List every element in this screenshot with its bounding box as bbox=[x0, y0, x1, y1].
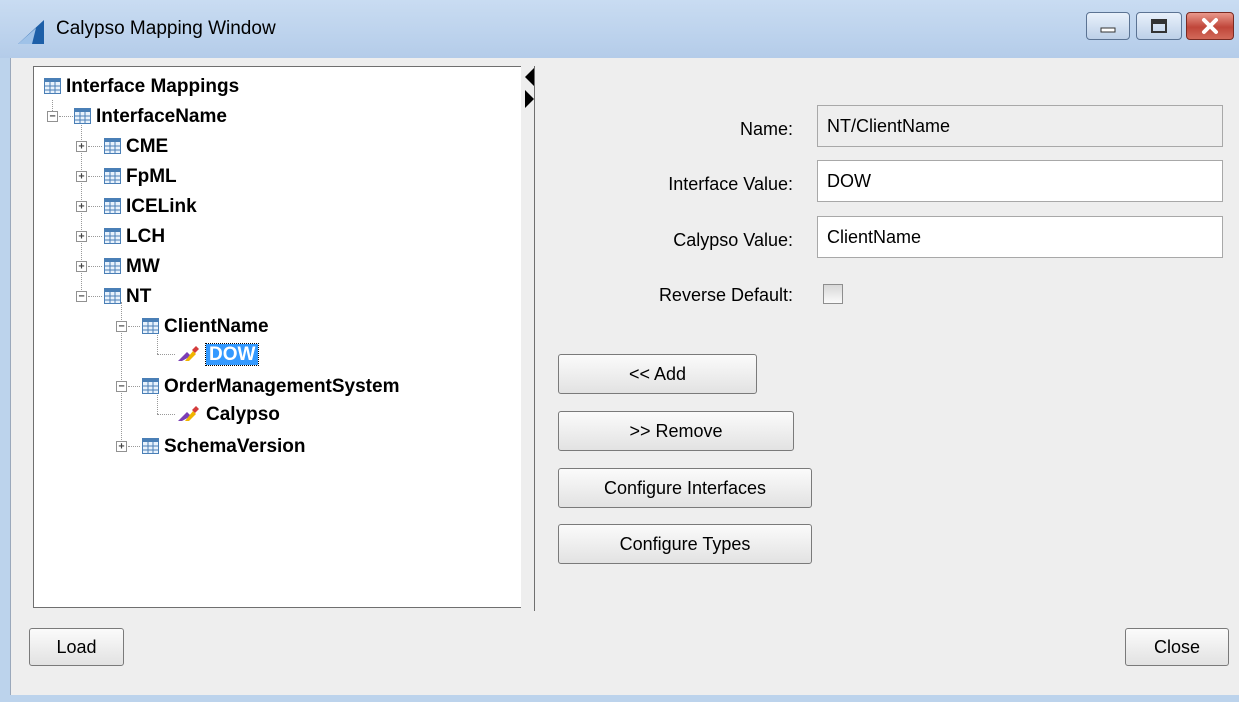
table-icon bbox=[142, 438, 159, 454]
name-field: NT/ClientName bbox=[817, 105, 1223, 147]
table-icon bbox=[74, 108, 91, 124]
tree-node-label: MW bbox=[126, 256, 160, 277]
tree-node-label: InterfaceName bbox=[96, 106, 227, 127]
name-label: Name: bbox=[739, 119, 793, 139]
tree-root[interactable]: Interface Mappings bbox=[44, 76, 239, 98]
minimize-button[interactable] bbox=[1086, 12, 1130, 40]
tree-node-label: ICELink bbox=[126, 196, 197, 217]
tree-connector bbox=[88, 206, 102, 207]
interface-value-input[interactable]: DOW bbox=[817, 160, 1223, 202]
remove-button[interactable]: >> Remove bbox=[558, 411, 794, 451]
expand-toggle[interactable]: + bbox=[116, 441, 127, 452]
split-pane-divider[interactable] bbox=[521, 66, 535, 611]
table-icon bbox=[104, 168, 121, 184]
tree-node-nt[interactable]: NT bbox=[104, 286, 151, 308]
table-icon bbox=[104, 228, 121, 244]
tree-connector bbox=[128, 386, 140, 387]
table-icon bbox=[104, 258, 121, 274]
add-button[interactable]: << Add bbox=[558, 354, 757, 394]
tree-connector bbox=[128, 326, 140, 327]
expand-toggle[interactable]: + bbox=[76, 171, 87, 182]
tree-connector bbox=[88, 146, 102, 147]
tree-connector bbox=[59, 116, 73, 117]
tree-connector bbox=[128, 446, 140, 447]
app-logo-icon bbox=[18, 20, 44, 44]
mapping-window: Calypso Mapping Window Interface Mapping… bbox=[0, 0, 1239, 702]
configure-interfaces-button[interactable]: Configure Interfaces bbox=[558, 468, 812, 508]
tree-connector bbox=[88, 236, 102, 237]
expand-toggle[interactable]: + bbox=[76, 261, 87, 272]
expand-toggle[interactable]: + bbox=[76, 231, 87, 242]
tree-node-label: CME bbox=[126, 136, 169, 157]
collapse-right-arrow-icon[interactable] bbox=[525, 90, 534, 108]
tree-node-ordermanagementsystem[interactable]: OrderManagementSystem bbox=[142, 376, 399, 398]
collapse-toggle[interactable]: − bbox=[76, 291, 87, 302]
title-bar[interactable]: Calypso Mapping Window bbox=[0, 0, 1239, 58]
window-title: Calypso Mapping Window bbox=[56, 18, 276, 39]
window-client-area: Interface Mappings − InterfaceName + CME… bbox=[10, 58, 1239, 695]
tree-node-icelink[interactable]: ICELink bbox=[104, 196, 197, 218]
close-icon bbox=[1202, 18, 1218, 34]
table-icon bbox=[104, 198, 121, 214]
tree-leaf-dow[interactable]: DOW bbox=[177, 343, 260, 366]
collapse-toggle[interactable]: − bbox=[47, 111, 58, 122]
reverse-default-label: Reverse Default: bbox=[658, 285, 793, 305]
tree-connector bbox=[88, 176, 102, 177]
reverse-default-checkbox[interactable] bbox=[823, 284, 843, 304]
table-icon bbox=[44, 78, 61, 94]
maximize-button[interactable] bbox=[1136, 12, 1182, 40]
close-window-button[interactable] bbox=[1186, 12, 1234, 40]
configure-types-button[interactable]: Configure Types bbox=[558, 524, 812, 564]
tree-node-mw[interactable]: MW bbox=[104, 256, 160, 278]
tree-node-clientname[interactable]: ClientName bbox=[142, 316, 269, 338]
tree-leaf-label: Calypso bbox=[206, 404, 280, 425]
tree-node-label: SchemaVersion bbox=[164, 436, 306, 457]
calypso-value-label: Calypso Value: bbox=[673, 230, 793, 250]
close-button[interactable]: Close bbox=[1125, 628, 1229, 666]
tree-node-label: LCH bbox=[126, 226, 166, 247]
tree-connector bbox=[157, 354, 175, 355]
table-icon bbox=[104, 288, 121, 304]
expand-toggle[interactable]: + bbox=[76, 201, 87, 212]
collapse-toggle[interactable]: − bbox=[116, 321, 127, 332]
collapse-left-arrow-icon[interactable] bbox=[525, 68, 534, 86]
minimize-icon bbox=[1100, 27, 1116, 33]
restore-icon bbox=[1151, 19, 1167, 33]
tree-node-cme[interactable]: CME bbox=[104, 136, 168, 158]
mapping-value-icon bbox=[178, 406, 199, 421]
tree-node-fpml[interactable]: FpML bbox=[104, 166, 177, 188]
tree-node-label: FpML bbox=[126, 166, 177, 187]
tree-node-interfacename[interactable]: InterfaceName bbox=[74, 106, 227, 128]
tree-connector bbox=[88, 266, 102, 267]
table-icon bbox=[104, 138, 121, 154]
table-icon bbox=[142, 318, 159, 334]
tree-leaf-label: DOW bbox=[204, 343, 260, 366]
load-button[interactable]: Load bbox=[29, 628, 124, 666]
calypso-value-input[interactable]: ClientName bbox=[817, 216, 1223, 258]
tree-connector bbox=[88, 296, 102, 297]
table-icon bbox=[142, 378, 159, 394]
tree-node-label: ClientName bbox=[164, 316, 269, 337]
tree-node-schemaversion[interactable]: SchemaVersion bbox=[142, 436, 306, 458]
tree-leaf-calypso[interactable]: Calypso bbox=[177, 404, 280, 426]
expand-toggle[interactable]: + bbox=[76, 141, 87, 152]
tree-node-label: NT bbox=[126, 286, 152, 307]
tree-node-label: OrderManagementSystem bbox=[164, 376, 400, 397]
collapse-toggle[interactable]: − bbox=[116, 381, 127, 392]
interface-value-label: Interface Value: bbox=[668, 174, 793, 194]
tree-connector bbox=[157, 414, 175, 415]
mapping-value-icon bbox=[178, 346, 199, 361]
tree-root-label: Interface Mappings bbox=[66, 76, 240, 97]
mapping-tree[interactable]: Interface Mappings − InterfaceName + CME… bbox=[33, 66, 523, 608]
tree-node-lch[interactable]: LCH bbox=[104, 226, 165, 248]
